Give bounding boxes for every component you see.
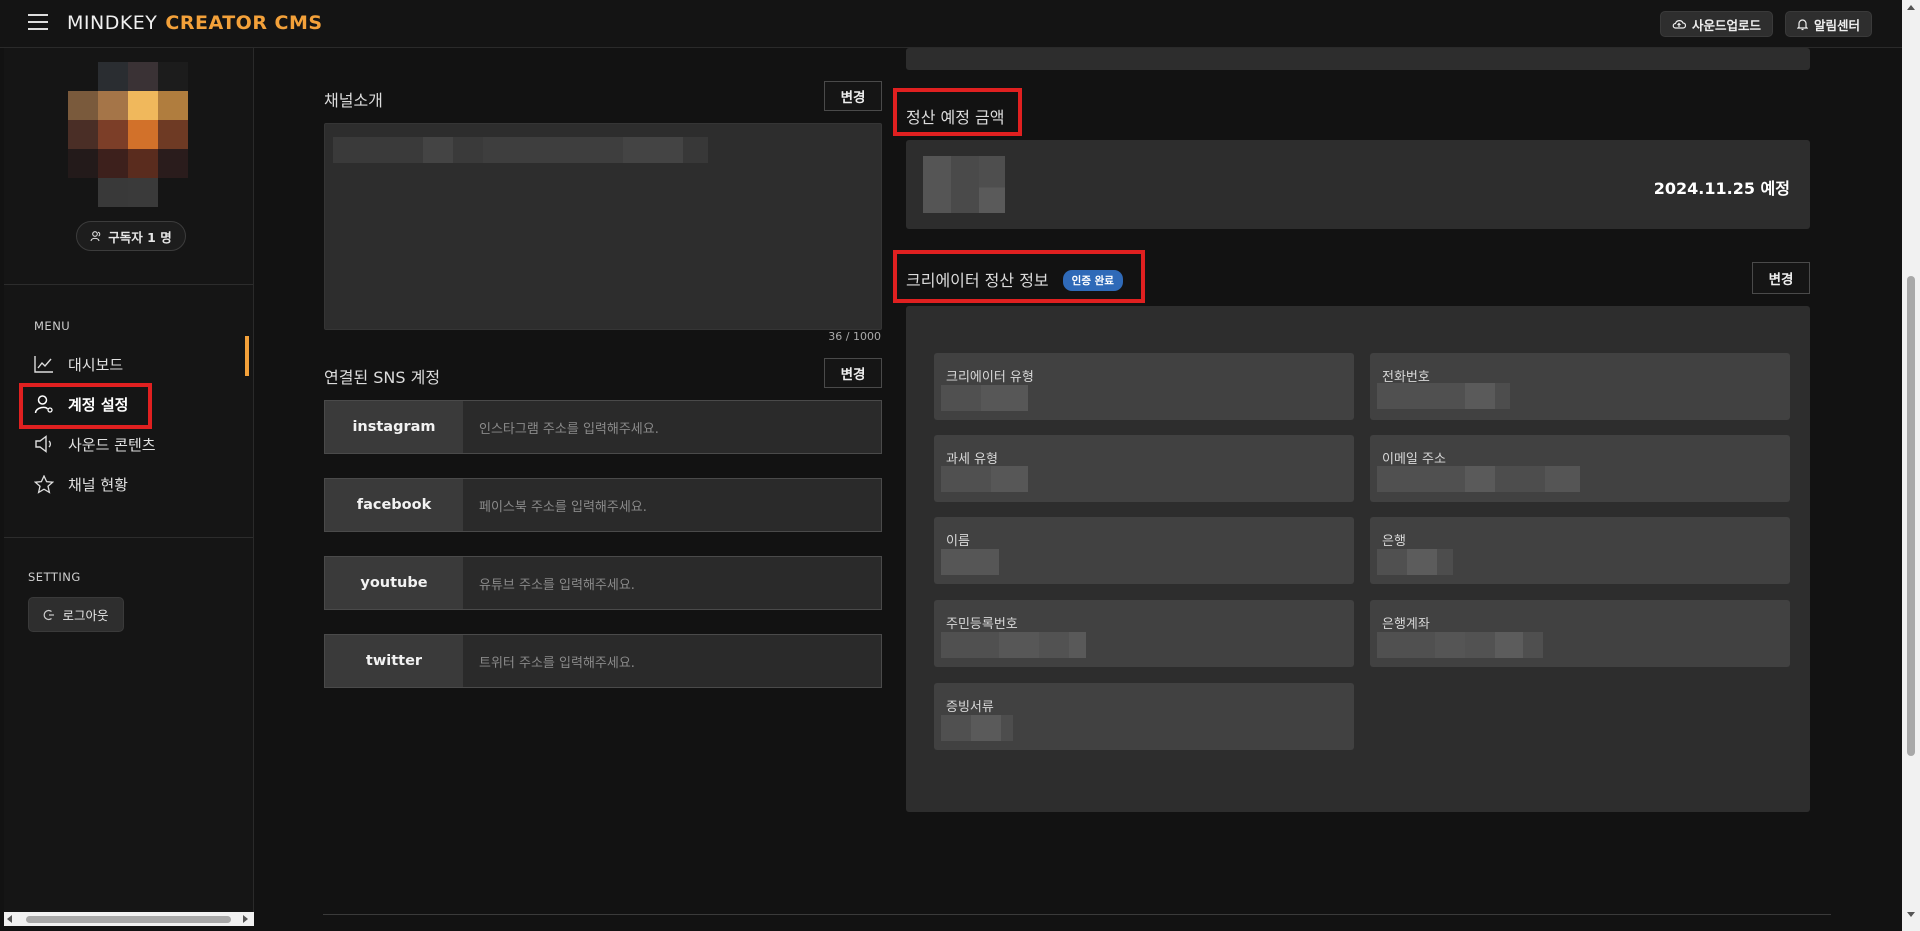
creator-info-change-button[interactable]: 변경 xyxy=(1752,262,1810,294)
cloud-upload-icon xyxy=(1672,20,1686,29)
horizontal-scrollbar[interactable] xyxy=(4,912,254,926)
vertical-scroll-thumb[interactable] xyxy=(1907,276,1915,756)
redacted-value xyxy=(941,466,1028,492)
sidebar-item-sound-content[interactable]: 사운드 콘텐츠 xyxy=(34,430,156,458)
field-tax-type: 과세 유형 xyxy=(934,435,1354,502)
bell-icon xyxy=(1797,18,1808,30)
redacted-value xyxy=(1377,632,1543,658)
avatar xyxy=(68,62,188,207)
redacted-value xyxy=(941,549,999,575)
redacted-value xyxy=(941,632,1086,658)
sound-upload-button[interactable]: 사운드업로드 xyxy=(1660,11,1774,37)
redacted-value xyxy=(941,385,1028,411)
redacted-value xyxy=(1377,549,1453,575)
settlement-amount-title: 정산 예정 금액 xyxy=(906,108,1005,127)
active-indicator xyxy=(245,336,249,376)
field-evidence-docs: 증빙서류 xyxy=(934,683,1354,750)
field-bank-account: 은행계좌 xyxy=(1370,600,1790,667)
twitter-input[interactable]: 트위터 주소를 입력해주세요. xyxy=(463,635,881,687)
field-creator-type: 크리에이터 유형 xyxy=(934,353,1354,420)
setting-section-title: SETTING xyxy=(28,570,81,584)
creator-info-title: 크리에이터 정산 정보 인증 완료 xyxy=(906,267,1123,291)
user-settings-icon xyxy=(34,395,53,414)
field-phone: 전화번호 xyxy=(1370,353,1790,420)
horizontal-scroll-thumb[interactable] xyxy=(26,916,231,923)
sns-label: twitter xyxy=(325,635,463,687)
channel-intro-textarea[interactable] xyxy=(324,123,882,330)
subscriber-count-badge: 구독자 1 명 xyxy=(76,221,186,251)
instagram-input[interactable]: 인스타그램 주소를 입력해주세요. xyxy=(463,401,881,453)
redacted-value xyxy=(1377,466,1580,492)
char-counter: 36 / 1000 xyxy=(828,330,881,343)
content-bottom-border xyxy=(323,914,1831,915)
creator-info-panel: 크리에이터 유형 전화번호 과세 유형 이메일 주소 이름 은행 주민등록번호 … xyxy=(906,306,1810,812)
facebook-input[interactable]: 페이스북 주소를 입력해주세요. xyxy=(463,479,881,531)
scroll-right-icon[interactable] xyxy=(243,915,248,923)
settlement-date: 2024.11.25 예정 xyxy=(1653,179,1790,198)
sns-label: facebook xyxy=(325,479,463,531)
menu-section-title: MENU xyxy=(34,319,71,333)
sns-section-title: 연결된 SNS 계정 xyxy=(324,368,441,387)
sidebar-item-dashboard[interactable]: 대시보드 xyxy=(34,350,123,378)
redacted-value xyxy=(1377,383,1510,409)
star-icon xyxy=(34,474,54,494)
brand-logo[interactable]: MINDKEY CREATOR CMS xyxy=(67,12,323,34)
sidebar-item-account-settings[interactable]: 계정 설정 xyxy=(34,390,128,418)
top-bar: MINDKEY CREATOR CMS 사운드업로드 알림센터 xyxy=(0,0,1902,48)
speaker-icon xyxy=(35,435,51,453)
channel-intro-title: 채널소개 xyxy=(324,91,383,110)
sns-label: youtube xyxy=(325,557,463,609)
sns-label: instagram xyxy=(325,401,463,453)
scroll-up-icon[interactable] xyxy=(1907,5,1915,10)
sidebar-divider xyxy=(4,284,253,285)
redacted-amount xyxy=(923,156,1005,213)
sns-row-twitter: twitter 트위터 주소를 입력해주세요. xyxy=(324,634,882,688)
sns-row-youtube: youtube 유튜브 주소를 입력해주세요. xyxy=(324,556,882,610)
field-email: 이메일 주소 xyxy=(1370,435,1790,502)
sidebar-item-channel-status[interactable]: 채널 현황 xyxy=(34,470,128,498)
previous-panel xyxy=(906,48,1810,70)
youtube-input[interactable]: 유튜브 주소를 입력해주세요. xyxy=(463,557,881,609)
sns-row-facebook: facebook 페이스북 주소를 입력해주세요. xyxy=(324,478,882,532)
verified-badge: 인증 완료 xyxy=(1062,270,1123,291)
settlement-amount-panel: 2024.11.25 예정 xyxy=(906,140,1810,229)
subscriber-icon xyxy=(90,231,101,242)
sns-change-button[interactable]: 변경 xyxy=(824,358,882,388)
hamburger-icon[interactable] xyxy=(28,14,48,32)
redacted-value xyxy=(941,715,1013,741)
redacted-text xyxy=(333,137,708,163)
sidebar: 구독자 1 명 MENU 대시보드 계정 설정 사운드 콘텐츠 채널 현황 SE… xyxy=(4,48,254,922)
logout-icon xyxy=(44,609,55,620)
logout-button[interactable]: 로그아웃 xyxy=(28,597,124,632)
vertical-scrollbar[interactable] xyxy=(1902,0,1920,931)
scroll-left-icon[interactable] xyxy=(7,915,12,923)
chart-line-icon xyxy=(34,356,53,373)
field-bank: 은행 xyxy=(1370,517,1790,584)
sidebar-divider xyxy=(4,537,253,538)
scroll-down-icon[interactable] xyxy=(1907,912,1915,917)
sns-row-instagram: instagram 인스타그램 주소를 입력해주세요. xyxy=(324,400,882,454)
field-name: 이름 xyxy=(934,517,1354,584)
channel-intro-change-button[interactable]: 변경 xyxy=(824,81,882,111)
field-resident-number: 주민등록번호 xyxy=(934,600,1354,667)
notification-center-button[interactable]: 알림센터 xyxy=(1785,11,1873,37)
